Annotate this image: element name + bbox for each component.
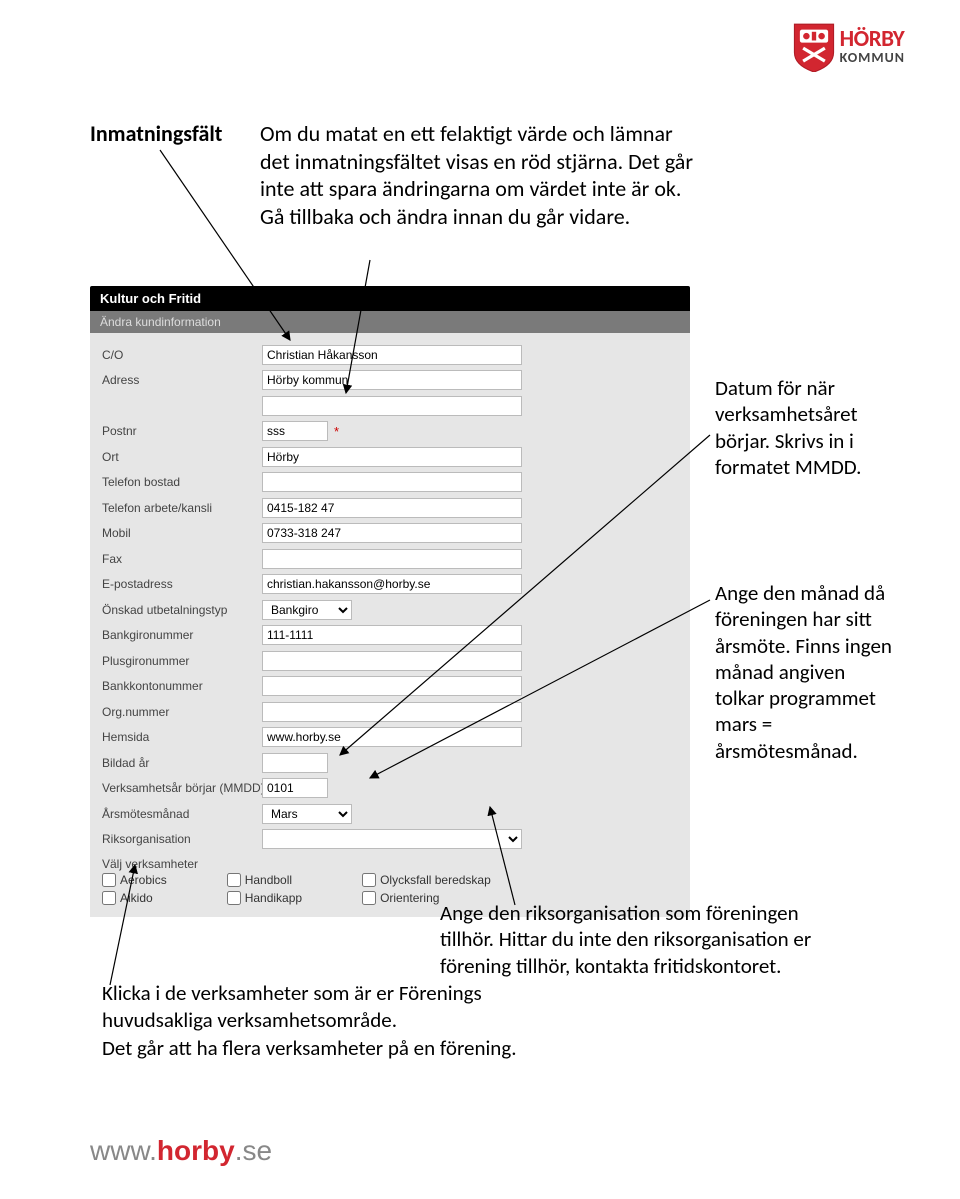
input-telarbete[interactable] — [262, 498, 522, 518]
label-telbostad: Telefon bostad — [102, 475, 262, 489]
check-aerobics[interactable]: Aerobics — [102, 873, 167, 887]
check-handikapp[interactable]: Handikapp — [227, 891, 302, 905]
label-bildad: Bildad år — [102, 756, 262, 770]
label-plusgiro: Plusgironummer — [102, 654, 262, 668]
select-riksorg[interactable] — [262, 829, 522, 849]
input-fax[interactable] — [262, 549, 522, 569]
callout-verksamheter: Klicka i de verksamheter som är er Fören… — [102, 980, 532, 1062]
form-header: Kultur och Fritid — [90, 286, 690, 311]
logo: HÖRBY KOMMUN — [792, 22, 905, 72]
check-handboll[interactable]: Handboll — [227, 873, 302, 887]
label-mobil: Mobil — [102, 526, 262, 540]
label-riksorg: Riksorganisation — [102, 832, 262, 846]
label-ort: Ort — [102, 450, 262, 464]
label-hemsida: Hemsida — [102, 730, 262, 744]
input-bankgiro[interactable] — [262, 625, 522, 645]
logo-text-top: HÖRBY — [840, 29, 905, 51]
label-epost: E-postadress — [102, 577, 262, 591]
callout-riksorg: Ange den riksorganisation som föreningen… — [440, 900, 840, 979]
label-adress: Adress — [102, 373, 262, 387]
required-star-icon: * — [334, 424, 339, 439]
input-adress[interactable] — [262, 370, 522, 390]
input-orgnr[interactable] — [262, 702, 522, 722]
label-bankgiro: Bankgironummer — [102, 628, 262, 642]
label-co: C/O — [102, 348, 262, 362]
input-verkborjar[interactable] — [262, 778, 328, 798]
shield-icon — [792, 22, 836, 72]
input-ort[interactable] — [262, 447, 522, 467]
label-orgnr: Org.nummer — [102, 705, 262, 719]
intro-label: Inmatningsfält — [90, 120, 222, 147]
label-postnr: Postnr — [102, 424, 262, 438]
intro-body: Om du matat en ett felaktigt värde och l… — [260, 120, 700, 230]
footer-url: www.horby.se — [90, 1135, 272, 1167]
callout-arsmote: Ange den månad då föreningen har sitt år… — [715, 580, 895, 764]
callout-date-format: Datum för när verksamhetsåret börjar. Sk… — [715, 375, 890, 480]
input-mobil[interactable] — [262, 523, 522, 543]
label-utbet: Önskad utbetalningstyp — [102, 603, 262, 617]
input-hemsida[interactable] — [262, 727, 522, 747]
select-utbet[interactable]: Bankgiro — [262, 600, 352, 620]
input-bankkonto[interactable] — [262, 676, 522, 696]
input-adress2[interactable] — [262, 396, 522, 416]
label-fax: Fax — [102, 552, 262, 566]
check-aikido[interactable]: Aikido — [102, 891, 167, 905]
input-epost[interactable] — [262, 574, 522, 594]
form-screenshot: Kultur och Fritid Ändra kundinformation … — [90, 286, 690, 917]
input-plusgiro[interactable] — [262, 651, 522, 671]
checks-label: Välj verksamheter — [102, 857, 678, 871]
input-postnr[interactable] — [262, 421, 328, 441]
input-telbostad[interactable] — [262, 472, 522, 492]
select-arsmote[interactable]: Mars — [262, 804, 352, 824]
input-bildad[interactable] — [262, 753, 328, 773]
form-subheader: Ändra kundinformation — [90, 311, 690, 333]
intro-block: Inmatningsfält Om du matat en ett felakt… — [90, 120, 730, 230]
check-olycksfall[interactable]: Olycksfall beredskap — [362, 873, 491, 887]
label-bankkonto: Bankkontonummer — [102, 679, 262, 693]
label-arsmote: Årsmötesmånad — [102, 807, 262, 821]
input-co[interactable] — [262, 345, 522, 365]
logo-text-bot: KOMMUN — [840, 51, 905, 64]
label-telarbete: Telefon arbete/kansli — [102, 501, 262, 515]
